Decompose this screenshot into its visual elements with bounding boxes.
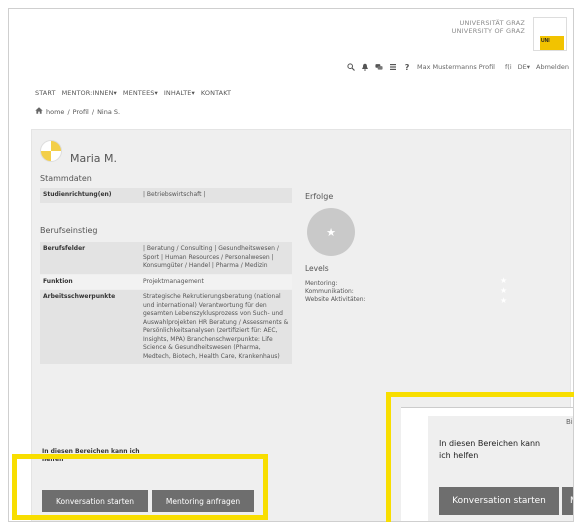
nav-item-kontakt[interactable]: KONTAKT <box>201 89 231 97</box>
star-icon: ★ <box>326 225 336 239</box>
nav-item-inhalte[interactable]: INHALTE▾ <box>164 89 195 97</box>
breadcrumb-home[interactable]: home <box>46 108 64 116</box>
highlight-box-inset <box>386 392 574 522</box>
university-line-2: UNIVERSITY OF GRAZ <box>451 27 525 35</box>
profile-name: Maria M. <box>70 152 118 165</box>
list-icon[interactable] <box>389 63 397 71</box>
levels-heading: Levels <box>305 264 329 273</box>
level-kommunikation: Kommunikation: <box>305 288 354 295</box>
nav-item-mentorinnen-label: MENTOR:INNEN <box>61 89 114 97</box>
star-icon: ★ <box>500 296 508 305</box>
lang-switch-icon[interactable]: f(i <box>505 63 512 71</box>
table-row: Funktion Projektmanagement <box>40 274 292 290</box>
row-key: Funktion <box>43 277 73 285</box>
university-line-1: UNIVERSITÄT GRAZ <box>459 19 525 27</box>
section-berufseinstieg: Berufseinstieg <box>40 226 98 235</box>
nav-item-mentorinnen[interactable]: MENTOR:INNEN▾ <box>62 89 117 97</box>
row-value: | Beratung / Consulting | Gesundheitswes… <box>143 245 279 269</box>
highlight-box-buttons <box>12 454 268 520</box>
section-stammdaten: Stammdaten <box>40 174 92 183</box>
row-value: Strategische Rekrutierungsberatung (nati… <box>143 293 289 360</box>
help-icon[interactable]: ? <box>403 63 411 72</box>
utility-bar: ? Max Mustermanns Profil f(i DE▾ Abmelde… <box>347 61 569 73</box>
nav-item-start[interactable]: START <box>35 89 56 97</box>
row-value: | Betriebswirtschaft | <box>143 191 206 198</box>
row-key: Studienrichtung(en) <box>43 191 112 198</box>
main-navigation: START MENTOR:INNEN▾ MENTEES▾ INHALTE▾ KO… <box>35 89 231 97</box>
breadcrumb-separator: / <box>67 107 70 116</box>
breadcrumb-current: Nina S. <box>97 107 121 116</box>
star-icon: ★ <box>500 286 508 295</box>
user-profile-link[interactable]: Max Mustermanns Profil <box>417 63 495 71</box>
bell-icon[interactable] <box>361 63 369 71</box>
row-value: Projektmanagement <box>143 277 204 285</box>
nav-item-mentees[interactable]: MENTEES▾ <box>123 89 158 97</box>
chat-icon[interactable] <box>375 63 383 71</box>
language-select-value: DE <box>517 63 527 71</box>
erfolge-heading: Erfolge <box>305 192 334 201</box>
row-key: Berufsfelder <box>43 245 86 252</box>
table-row: Arbeitsschwerpunkte Strategische Rekruti… <box>40 290 292 365</box>
logo-text: UNI <box>541 38 550 44</box>
breadcrumb-separator: / <box>91 107 95 116</box>
star-icon: ★ <box>500 276 508 285</box>
table-row: Studienrichtung(en) | Betriebswirtschaft… <box>40 188 292 204</box>
university-logo[interactable]: UNI <box>533 17 567 51</box>
breadcrumb: home / Profil / Nina S. <box>35 107 120 116</box>
search-icon[interactable] <box>347 63 355 71</box>
achievement-medal: ★ <box>307 208 355 256</box>
nav-item-inhalte-label: INHALTE <box>163 89 192 97</box>
level-website: Website Aktivitäten: <box>305 296 366 303</box>
nav-item-mentees-label: MENTEES <box>122 89 155 97</box>
stammdaten-table: Studienrichtung(en) | Betriebswirtschaft… <box>40 188 292 204</box>
berufseinstieg-table: Berufsfelder | Beratung / Consulting | G… <box>40 242 292 365</box>
language-select[interactable]: DE▾ <box>518 63 530 71</box>
breadcrumb-profil[interactable]: Profil <box>73 108 89 116</box>
university-name: UNIVERSITÄT GRAZ UNIVERSITY OF GRAZ <box>452 19 525 35</box>
row-key: Arbeitsschwerpunkte <box>43 293 116 300</box>
level-mentoring: Mentoring: <box>305 280 338 287</box>
avatar <box>40 140 62 162</box>
table-row: Berufsfelder | Beratung / Consulting | G… <box>40 242 292 275</box>
home-icon[interactable] <box>35 107 43 116</box>
logout-link[interactable]: Abmelden <box>536 63 569 71</box>
